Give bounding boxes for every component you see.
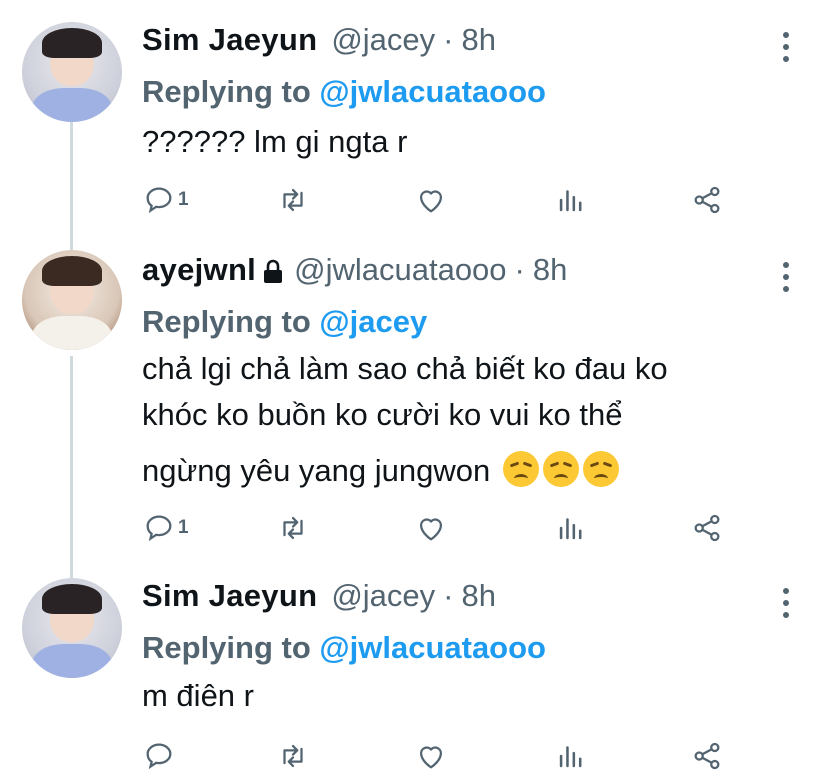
reply-count: 1 xyxy=(178,517,189,538)
timestamp[interactable]: 8h xyxy=(533,252,567,288)
retweet-button[interactable] xyxy=(276,508,310,548)
reply-count: 1 xyxy=(178,189,189,210)
tweet-text: chả lgi chả làm sao chả biết ko đau ko k… xyxy=(142,346,668,494)
share-button[interactable] xyxy=(690,508,724,548)
analytics-icon xyxy=(559,518,582,540)
tweet-actions: 1 xyxy=(142,508,792,548)
timestamp[interactable]: 8h xyxy=(461,578,495,614)
share-icon xyxy=(694,186,720,214)
tweet-text-line: m điên r xyxy=(142,678,254,713)
username[interactable]: @jacey xyxy=(331,578,435,614)
retweet-icon xyxy=(283,188,303,212)
retweet-button[interactable] xyxy=(276,180,310,220)
tweet-text-line: ngừng yêu yang jungwon xyxy=(142,453,491,488)
disappointed-face-icon xyxy=(542,451,579,487)
replying-to-handle[interactable]: @jwlacuataooo xyxy=(319,74,546,109)
like-button[interactable] xyxy=(414,736,448,776)
username[interactable]: @jacey xyxy=(331,22,435,58)
tweet[interactable]: Sim Jaeyun @jacey · 8h Replying to @jwla… xyxy=(0,14,828,234)
heart-icon xyxy=(419,190,443,213)
more-options-icon[interactable] xyxy=(776,32,796,72)
replying-to: Replying to @jwlacuataooo xyxy=(142,74,546,110)
replying-to-label: Replying to xyxy=(142,74,320,109)
tweet-text-line: chả lgi chả làm sao chả biết ko đau ko xyxy=(142,351,668,386)
replying-to-label: Replying to xyxy=(142,304,320,339)
retweet-button[interactable] xyxy=(276,736,310,776)
more-options-icon[interactable] xyxy=(776,262,796,302)
avatar[interactable] xyxy=(22,22,122,122)
tweet[interactable]: Sim Jaeyun @jacey · 8h Replying to @jwla… xyxy=(0,570,828,782)
analytics-button[interactable] xyxy=(554,508,588,548)
tweet-header: Sim Jaeyun @jacey · 8h xyxy=(142,576,496,616)
share-icon xyxy=(694,742,720,770)
reply-button[interactable]: 1 xyxy=(142,508,189,548)
tweet[interactable]: ayejwnl @jwlacuataooo · 8h Replying to @… xyxy=(0,244,828,564)
tweet-text-line: ?????? lm gi ngta r xyxy=(142,124,408,159)
like-button[interactable] xyxy=(414,180,448,220)
retweet-icon xyxy=(283,516,303,540)
avatar[interactable] xyxy=(22,250,122,350)
username[interactable]: @jwlacuataooo xyxy=(294,252,506,288)
analytics-icon xyxy=(559,746,582,768)
reply-button[interactable]: 1 xyxy=(142,180,189,220)
retweet-icon xyxy=(283,744,303,768)
replying-to: Replying to @jwlacuataooo xyxy=(142,630,546,666)
tweet-header: Sim Jaeyun @jacey · 8h xyxy=(142,20,496,60)
disappointed-face-icon xyxy=(502,451,539,487)
tweet-text-line: khóc ko buồn ko cười ko vui ko thể xyxy=(142,397,623,432)
heart-icon xyxy=(419,518,443,541)
separator-dot: · xyxy=(443,22,454,57)
reply-icon xyxy=(146,515,172,542)
tweet-header: ayejwnl @jwlacuataooo · 8h xyxy=(142,250,567,290)
tweet-text-line-with-emoji: ngừng yêu yang jungwon xyxy=(142,448,668,494)
tweet-actions xyxy=(142,736,792,776)
timestamp[interactable]: 8h xyxy=(461,22,495,58)
reply-icon xyxy=(146,187,172,214)
tweet-actions: 1 xyxy=(142,180,792,220)
tweet-text: ?????? lm gi ngta r xyxy=(142,120,407,163)
share-button[interactable] xyxy=(690,180,724,220)
display-name[interactable]: ayejwnl xyxy=(142,252,256,288)
reply-icon xyxy=(146,743,172,770)
tweet-text: m điên r xyxy=(142,674,254,717)
more-options-icon[interactable] xyxy=(776,588,796,628)
replying-to-label: Replying to xyxy=(142,630,320,665)
display-name[interactable]: Sim Jaeyun xyxy=(142,22,317,58)
replying-to-handle[interactable]: @jwlacuataooo xyxy=(319,630,546,665)
share-icon xyxy=(694,514,720,542)
analytics-button[interactable] xyxy=(554,736,588,776)
avatar[interactable] xyxy=(22,578,122,678)
reply-button[interactable] xyxy=(142,736,176,776)
separator-dot: · xyxy=(443,578,454,613)
like-button[interactable] xyxy=(414,508,448,548)
share-button[interactable] xyxy=(690,736,724,776)
replying-to: Replying to @jacey xyxy=(142,304,427,340)
display-name[interactable]: Sim Jaeyun xyxy=(142,578,317,614)
replying-to-handle[interactable]: @jacey xyxy=(319,304,427,339)
heart-icon xyxy=(419,746,443,769)
separator-dot: · xyxy=(514,252,525,287)
analytics-button[interactable] xyxy=(554,180,588,220)
analytics-icon xyxy=(559,190,582,212)
disappointed-face-icon xyxy=(582,451,619,487)
lock-icon xyxy=(264,259,283,283)
